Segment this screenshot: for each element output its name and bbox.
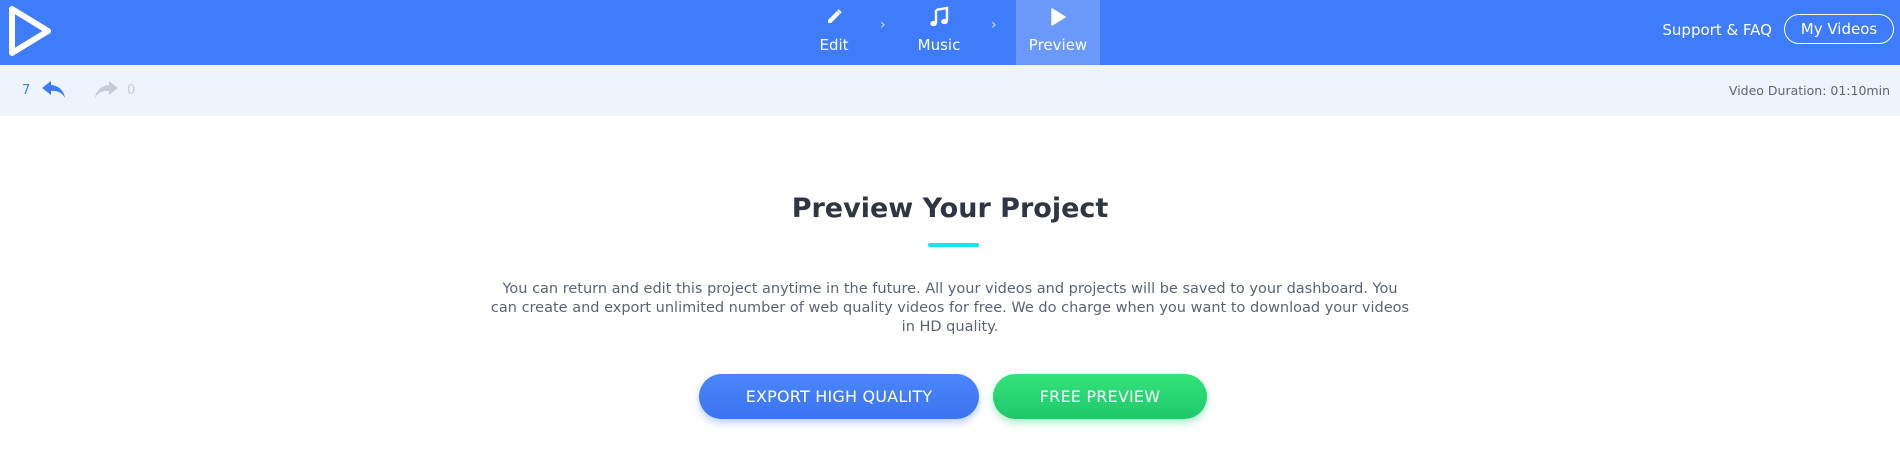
- page-title: Preview Your Project: [791, 193, 1109, 224]
- chevron-right-icon: ›: [880, 17, 886, 33]
- top-navigation-bar: Edit › Music › Preview Support & FAQ My …: [0, 0, 1900, 65]
- my-videos-button[interactable]: My Videos: [1784, 14, 1894, 44]
- undo-icon[interactable]: [40, 79, 68, 101]
- step-music[interactable]: Music: [897, 0, 981, 65]
- step-preview-label: Preview: [1028, 36, 1088, 54]
- video-duration: Video Duration: 01:10min: [1728, 83, 1890, 98]
- redo-icon[interactable]: [92, 79, 120, 101]
- music-note-icon: [897, 6, 981, 28]
- history-toolbar: 7 0 Video Duration: 01:10min: [0, 65, 1900, 116]
- chevron-right-icon: ›: [991, 17, 997, 33]
- support-faq-link[interactable]: Support & FAQ: [1662, 21, 1772, 39]
- wizard-steps: Edit › Music › Preview: [0, 0, 1900, 65]
- undo-count: 7: [22, 83, 31, 98]
- title-underline-divider: [928, 243, 979, 247]
- step-edit[interactable]: Edit: [792, 0, 876, 65]
- step-preview[interactable]: Preview: [1016, 0, 1100, 65]
- step-music-label: Music: [917, 36, 961, 54]
- redo-count: 0: [127, 83, 136, 98]
- page-description: You can return and edit this project any…: [490, 281, 1410, 335]
- step-edit-label: Edit: [819, 36, 849, 54]
- export-high-quality-button[interactable]: EXPORT HIGH QUALITY: [699, 374, 979, 419]
- play-icon: [1016, 6, 1100, 28]
- free-preview-button[interactable]: FREE PREVIEW: [993, 374, 1207, 419]
- pencil-icon: [792, 6, 876, 28]
